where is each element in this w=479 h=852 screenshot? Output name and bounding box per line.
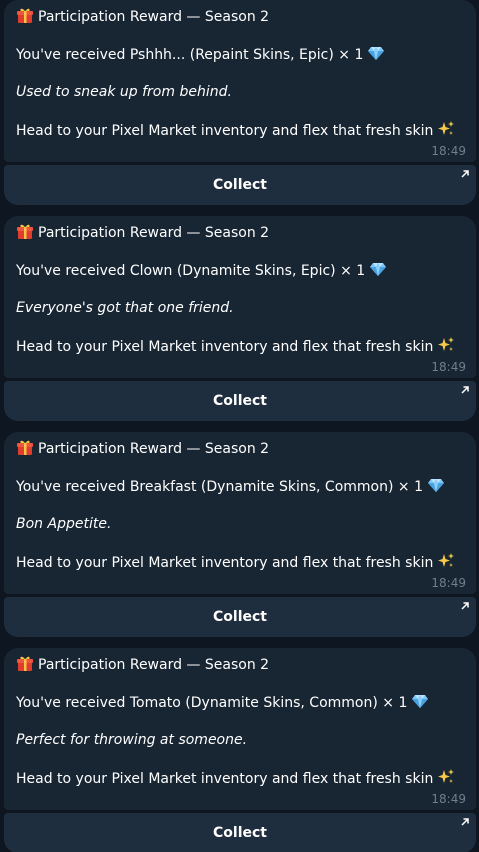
received-text: You've received Breakfast (Dynamite Skin… — [16, 479, 423, 495]
external-link-arrow-icon — [461, 170, 469, 178]
message-bubble: Participation Reward — Season 2 You've r… — [4, 648, 476, 810]
gift-icon — [17, 656, 33, 671]
flavor-text: Everyone's got that one friend. — [16, 300, 234, 316]
gift-icon — [17, 8, 33, 23]
message-title: Participation Reward — Season 2 — [38, 441, 270, 457]
sparkles-icon — [438, 553, 455, 567]
received-text: You've received Tomato (Dynamite Skins, … — [16, 695, 408, 711]
message-bubble: Participation Reward — Season 2 You've r… — [4, 432, 476, 594]
message-feed: Participation Reward — Season 2 You've r… — [0, 0, 479, 852]
collect-button-label: Collect — [213, 393, 267, 409]
message-timestamp: 18:49 — [431, 144, 466, 158]
gem-icon — [427, 479, 444, 492]
cta-text: Head to your Pixel Market inventory and … — [16, 123, 434, 139]
external-link-arrow-icon — [461, 386, 469, 394]
collect-button-label: Collect — [213, 825, 267, 841]
message-group: Participation Reward — Season 2 You've r… — [4, 432, 476, 637]
gem-icon — [370, 263, 387, 276]
cta-text: Head to your Pixel Market inventory and … — [16, 771, 434, 787]
collect-button[interactable]: Collect — [4, 381, 476, 421]
flavor-text: Bon Appetite. — [16, 516, 112, 532]
message-title: Participation Reward — Season 2 — [38, 225, 270, 241]
external-link-arrow-icon — [461, 602, 469, 610]
gem-icon — [368, 47, 385, 60]
sparkles-icon — [438, 769, 455, 783]
message-group: Participation Reward — Season 2 You've r… — [4, 216, 476, 421]
message-title: Participation Reward — Season 2 — [38, 9, 270, 25]
collect-button-label: Collect — [213, 177, 267, 193]
cta-text: Head to your Pixel Market inventory and … — [16, 339, 434, 355]
received-text: You've received Pshhh... (Repaint Skins,… — [16, 47, 364, 63]
collect-button[interactable]: Collect — [4, 597, 476, 637]
message-group: Participation Reward — Season 2 You've r… — [4, 648, 476, 852]
collect-button-label: Collect — [213, 609, 267, 625]
message-group: Participation Reward — Season 2 You've r… — [4, 0, 476, 205]
message-bubble: Participation Reward — Season 2 You've r… — [4, 0, 476, 162]
message-bubble: Participation Reward — Season 2 You've r… — [4, 216, 476, 378]
message-timestamp: 18:49 — [431, 792, 466, 806]
gem-icon — [412, 695, 429, 708]
message-title: Participation Reward — Season 2 — [38, 657, 270, 673]
sparkles-icon — [438, 337, 455, 351]
cta-text: Head to your Pixel Market inventory and … — [16, 555, 434, 571]
gift-icon — [17, 224, 33, 239]
collect-button[interactable]: Collect — [4, 165, 476, 205]
flavor-text: Perfect for throwing at someone. — [16, 732, 248, 748]
flavor-text: Used to sneak up from behind. — [16, 84, 232, 100]
sparkles-icon — [438, 121, 455, 135]
received-text: You've received Clown (Dynamite Skins, E… — [16, 263, 366, 279]
message-timestamp: 18:49 — [431, 360, 466, 374]
collect-button[interactable]: Collect — [4, 813, 476, 852]
external-link-arrow-icon — [461, 818, 469, 826]
gift-icon — [17, 440, 33, 455]
message-timestamp: 18:49 — [431, 576, 466, 590]
